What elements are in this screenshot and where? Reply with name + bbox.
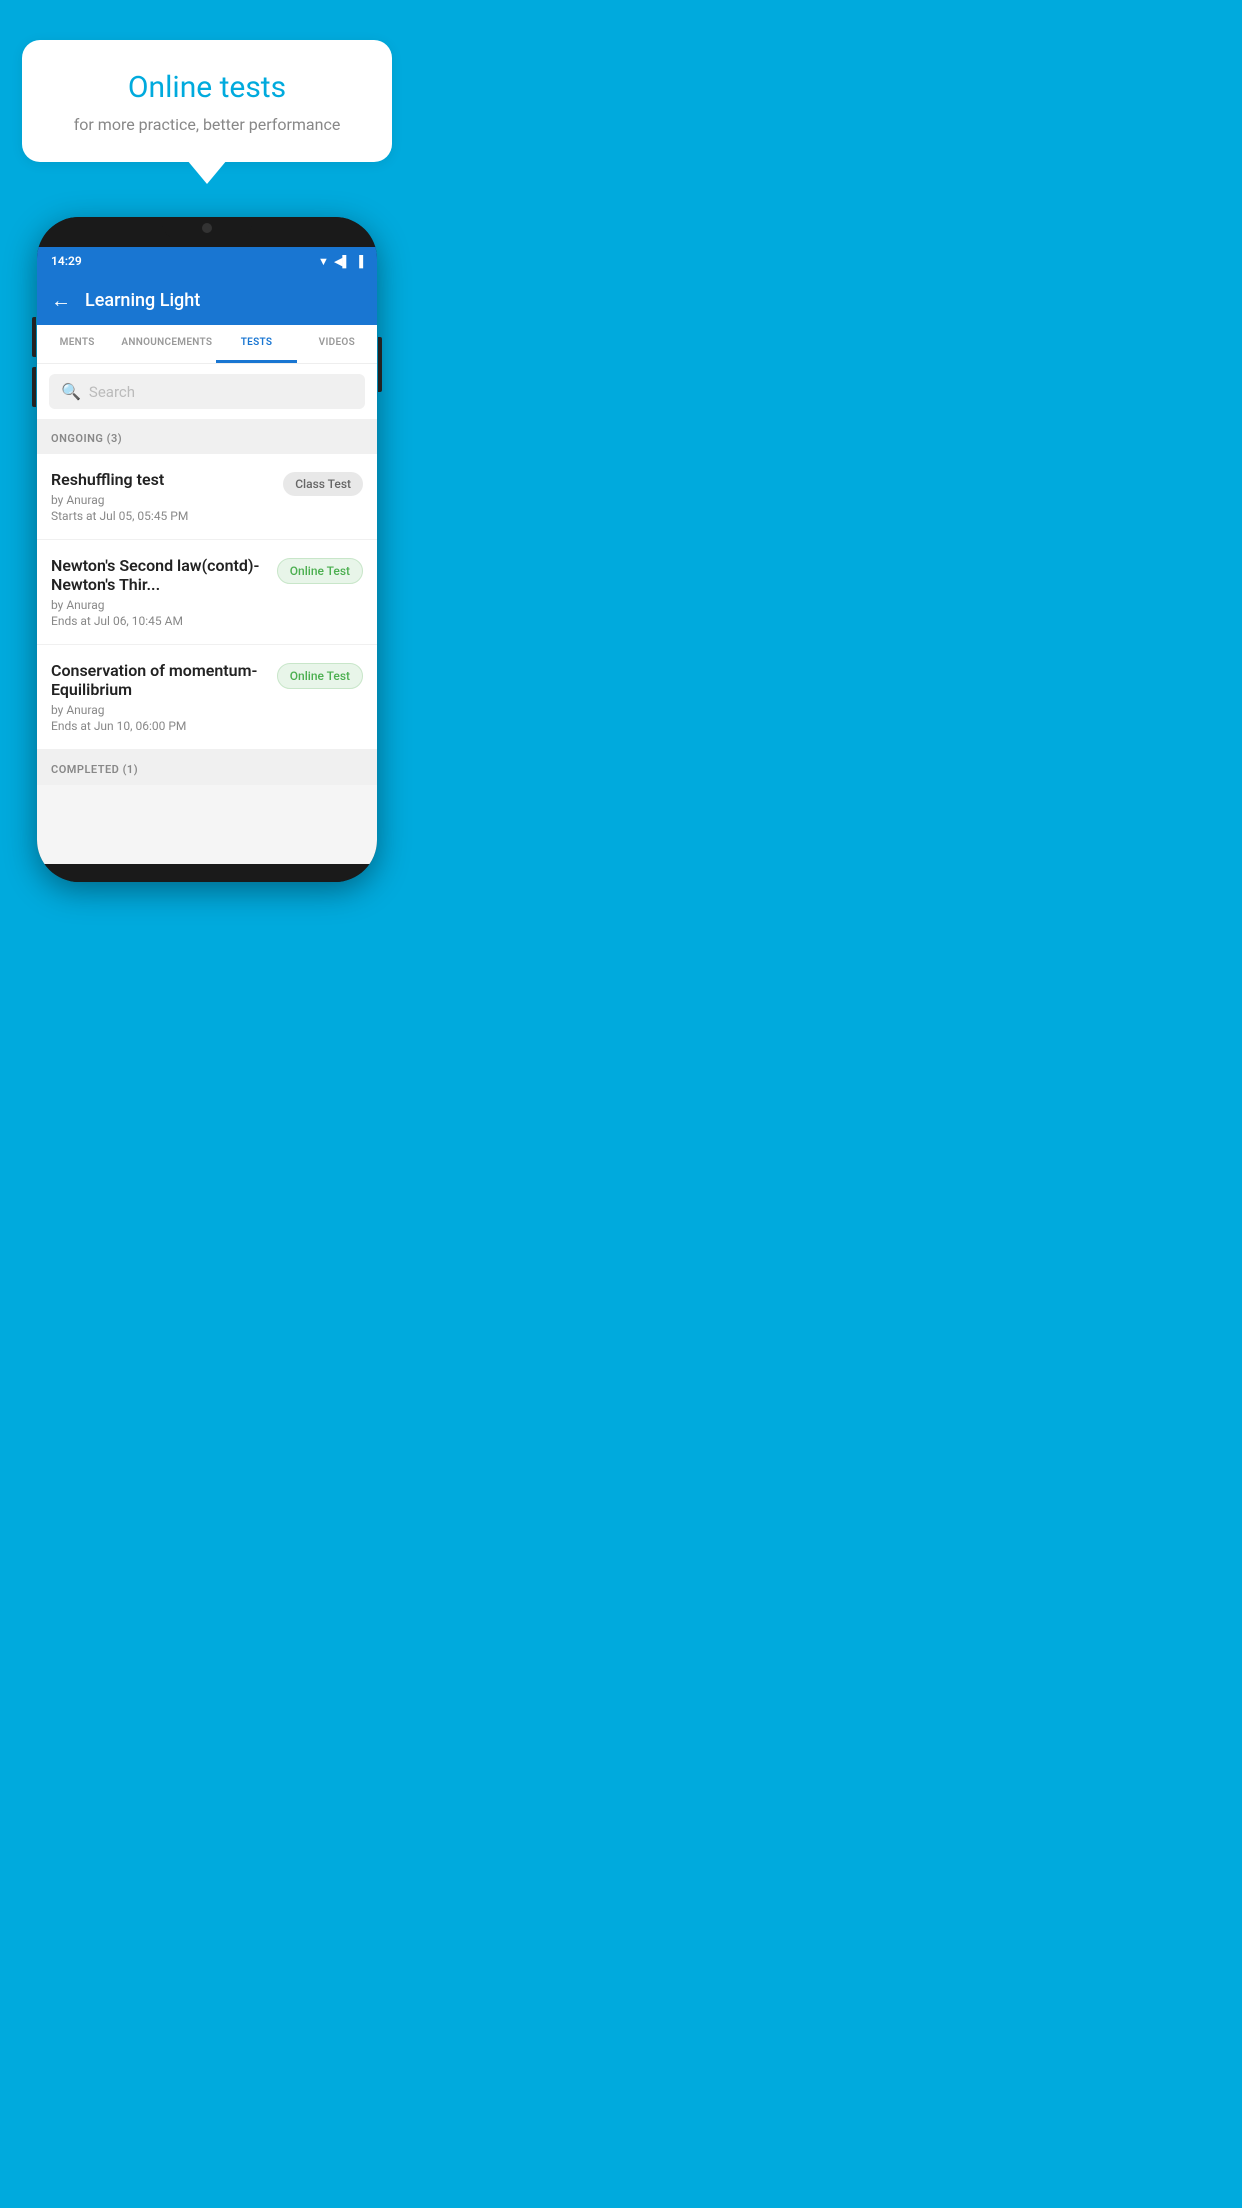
phone-screen: 14:29 ▼ ◀▌ ▐ ← Learning Light MENTS ANNO… (37, 217, 377, 882)
power-button (378, 337, 382, 392)
speech-bubble: Online tests for more practice, better p… (22, 40, 392, 162)
search-icon: 🔍 (61, 382, 81, 401)
status-bar: 14:29 ▼ ◀▌ ▐ (37, 247, 377, 275)
status-icons: ▼ ◀▌ ▐ (318, 255, 363, 268)
test-item[interactable]: Conservation of momentum-Equilibrium by … (37, 645, 377, 750)
phone-notch-bar (37, 217, 377, 247)
test-badge-class: Class Test (283, 472, 363, 496)
status-time: 14:29 (51, 254, 82, 268)
search-container: 🔍 Search (37, 364, 377, 419)
back-button[interactable]: ← (51, 288, 71, 313)
test-name: Newton's Second law(contd)-Newton's Thir… (51, 556, 267, 594)
search-bar[interactable]: 🔍 Search (49, 374, 365, 409)
test-list: Reshuffling test by Anurag Starts at Jul… (37, 454, 377, 750)
test-info: Conservation of momentum-Equilibrium by … (51, 661, 277, 733)
completed-section-header: COMPLETED (1) (37, 750, 377, 785)
test-author: by Anurag (51, 703, 267, 717)
test-time: Ends at Jul 06, 10:45 AM (51, 614, 267, 628)
tab-ments[interactable]: MENTS (37, 325, 117, 363)
promo-section: Online tests for more practice, better p… (0, 0, 414, 162)
test-time: Starts at Jul 05, 05:45 PM (51, 509, 273, 523)
phone-notch (162, 217, 252, 239)
completed-label: COMPLETED (1) (51, 763, 138, 776)
test-item[interactable]: Reshuffling test by Anurag Starts at Jul… (37, 454, 377, 540)
search-placeholder: Search (89, 383, 135, 401)
tabs-bar: MENTS ANNOUNCEMENTS TESTS VIDEOS (37, 325, 377, 364)
tab-announcements[interactable]: ANNOUNCEMENTS (117, 325, 216, 363)
test-time: Ends at Jun 10, 06:00 PM (51, 719, 267, 733)
ongoing-section-header: ONGOING (3) (37, 419, 377, 454)
signal-icon: ◀▌ (334, 255, 350, 268)
app-title: Learning Light (85, 290, 200, 311)
front-camera (202, 223, 212, 233)
test-badge-online: Online Test (277, 558, 363, 584)
app-header: ← Learning Light (37, 275, 377, 325)
phone-device: 14:29 ▼ ◀▌ ▐ ← Learning Light MENTS ANNO… (37, 217, 377, 882)
test-badge-online: Online Test (277, 663, 363, 689)
phone-bottom (37, 864, 377, 882)
test-author: by Anurag (51, 493, 273, 507)
wifi-icon: ▼ (318, 255, 329, 268)
battery-icon: ▐ (355, 255, 363, 268)
volume-down-button (32, 367, 36, 407)
test-author: by Anurag (51, 598, 267, 612)
promo-subtitle: for more practice, better performance (52, 115, 362, 134)
ongoing-label: ONGOING (3) (51, 432, 122, 445)
test-info: Reshuffling test by Anurag Starts at Jul… (51, 470, 283, 523)
tab-videos[interactable]: VIDEOS (297, 325, 377, 363)
test-name: Reshuffling test (51, 470, 273, 489)
tab-tests[interactable]: TESTS (216, 325, 296, 363)
test-info: Newton's Second law(contd)-Newton's Thir… (51, 556, 277, 628)
promo-title: Online tests (52, 70, 362, 105)
test-name: Conservation of momentum-Equilibrium (51, 661, 267, 699)
test-item[interactable]: Newton's Second law(contd)-Newton's Thir… (37, 540, 377, 645)
volume-up-button (32, 317, 36, 357)
screen-content: 🔍 Search ONGOING (3) Reshuffling test by… (37, 364, 377, 864)
